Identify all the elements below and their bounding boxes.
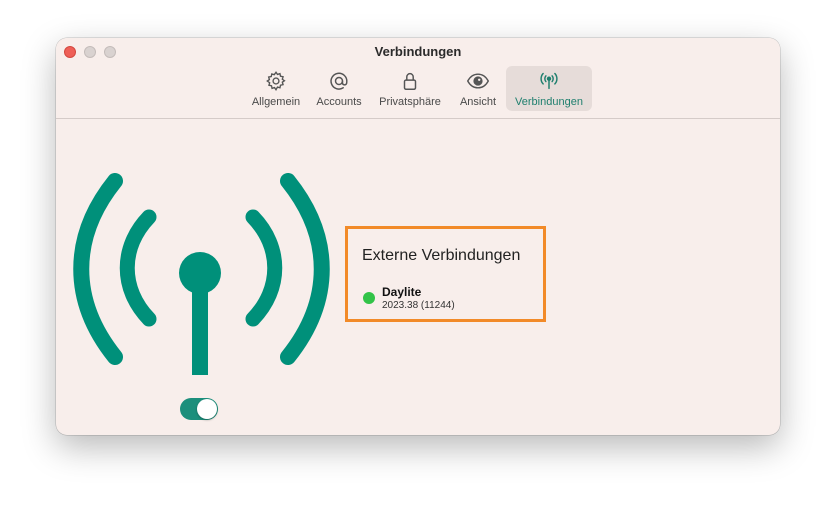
lock-icon [398,69,422,93]
tab-label: Verbindungen [515,96,583,108]
external-connections-title: Externe Verbindungen [362,247,521,264]
tab-accounts[interactable]: Accounts [310,66,368,111]
tab-allgemein[interactable]: Allgemein [243,66,309,111]
tab-label: Accounts [316,96,362,108]
toggle-knob [197,399,217,419]
tab-label: Ansicht [459,96,497,108]
at-icon [327,69,351,93]
tab-privatsphaere[interactable]: Privatsphäre [372,66,448,111]
service-version: 2023.38 (11244) [382,300,455,311]
preferences-window: Verbindungen Allgemein Accounts Privatsp… [56,38,780,435]
connection-toggle[interactable] [180,398,218,420]
external-connections-panel: Externe Verbindungen Daylite 2023.38 (11… [345,226,546,322]
tab-ansicht[interactable]: Ansicht [452,66,504,111]
service-name: Daylite [382,285,422,299]
status-indicator [363,292,375,304]
title-bar: Verbindungen Allgemein Accounts Privatsp… [56,38,780,119]
tab-label: Privatsphäre [379,96,441,108]
antenna-icon [73,173,330,375]
tab-verbindungen[interactable]: Verbindungen [506,66,592,111]
eye-icon [466,69,490,93]
toolbar: Allgemein Accounts Privatsphäre Ansicht … [56,66,780,112]
tab-label: Allgemein [251,96,301,108]
antenna-icon [537,69,561,93]
window-title: Verbindungen [374,44,462,59]
content-area: Externe Verbindungen Daylite 2023.38 (11… [56,119,780,435]
gear-icon [264,69,288,93]
